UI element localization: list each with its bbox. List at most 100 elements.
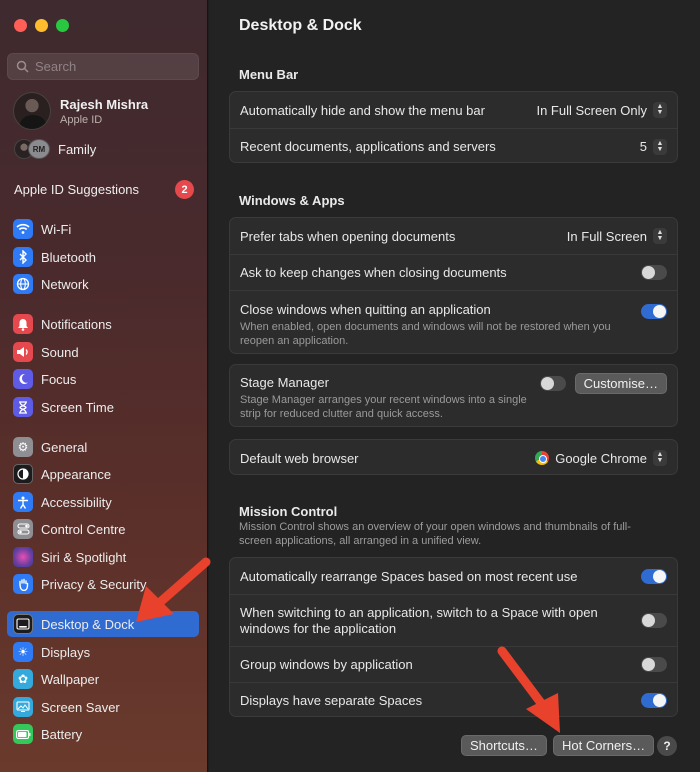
sidebar-item-battery[interactable]: Battery bbox=[7, 721, 199, 747]
close-windows-row: Close windows when quitting an applicati… bbox=[230, 290, 677, 355]
control-centre-icon bbox=[13, 519, 33, 539]
page-title: Desktop & Dock bbox=[239, 17, 362, 34]
chrome-icon bbox=[535, 451, 550, 465]
sidebar-item-wifi[interactable]: Wi-Fi bbox=[7, 216, 199, 242]
up-down-chevron-icon: ▲ ▼ bbox=[653, 138, 667, 155]
sidebar-item-general[interactable]: ⚙ General bbox=[7, 434, 199, 460]
sidebar-item-desktop-dock[interactable]: Desktop & Dock bbox=[7, 611, 199, 637]
search-input[interactable] bbox=[35, 59, 185, 74]
suggestions-badge: 2 bbox=[175, 180, 194, 199]
ask-keep-changes-row: Ask to keep changes when closing documen… bbox=[230, 254, 677, 290]
avatar bbox=[13, 92, 51, 130]
sidebar: Rajesh Mishra Apple ID RM Family Apple I… bbox=[0, 0, 208, 772]
auto-rearrange-spaces-toggle[interactable] bbox=[641, 568, 667, 584]
section-title-menu-bar: Menu Bar bbox=[239, 67, 299, 82]
prefer-tabs-label: Prefer tabs when opening documents bbox=[240, 228, 456, 244]
auto-hide-menu-bar-row: Automatically hide and show the menu bar… bbox=[230, 92, 677, 128]
separate-spaces-toggle[interactable] bbox=[641, 693, 667, 708]
sidebar-item-label: Battery bbox=[41, 726, 83, 742]
sidebar-item-label: Desktop & Dock bbox=[41, 616, 135, 632]
search-field[interactable] bbox=[7, 53, 199, 80]
sidebar-item-network[interactable]: Network bbox=[7, 271, 199, 297]
mission-control-group: Automatically rearrange Spaces based on … bbox=[229, 557, 678, 717]
help-button[interactable]: ? bbox=[657, 736, 677, 756]
close-windows-description: When enabled, open documents and windows… bbox=[240, 321, 611, 347]
auto-rearrange-spaces-row: Automatically rearrange Spaces based on … bbox=[230, 558, 677, 594]
sidebar-item-wallpaper[interactable]: ✿ Wallpaper bbox=[7, 666, 199, 692]
flower-icon: ✿ bbox=[13, 669, 33, 689]
stage-manager-toggle[interactable] bbox=[539, 376, 566, 391]
sidebar-item-notifications[interactable]: Notifications bbox=[7, 311, 199, 337]
separate-spaces-row: Displays have separate Spaces bbox=[230, 682, 677, 718]
bell-icon bbox=[13, 314, 33, 334]
hourglass-icon bbox=[13, 397, 33, 417]
sidebar-item-siri-spotlight[interactable]: Siri & Spotlight bbox=[7, 544, 199, 570]
sidebar-item-bluetooth[interactable]: Bluetooth bbox=[7, 244, 199, 270]
ask-keep-changes-toggle[interactable] bbox=[641, 265, 667, 280]
speaker-icon bbox=[13, 342, 33, 362]
suggestions-label: Apple ID Suggestions bbox=[14, 182, 140, 197]
moon-icon bbox=[13, 369, 33, 389]
sidebar-item-label: Focus bbox=[41, 371, 77, 387]
sidebar-item-screen-time[interactable]: Screen Time bbox=[7, 394, 199, 420]
sidebar-item-appearance[interactable]: Appearance bbox=[7, 461, 199, 487]
default-browser-value: Google Chrome bbox=[555, 450, 647, 466]
close-window-button[interactable] bbox=[14, 19, 27, 32]
wifi-icon bbox=[13, 219, 33, 239]
switch-to-space-toggle[interactable] bbox=[641, 613, 667, 628]
sidebar-item-label: Bluetooth bbox=[41, 249, 96, 265]
close-windows-toggle[interactable] bbox=[641, 304, 667, 319]
profile-name: Rajesh Mishra bbox=[60, 96, 149, 112]
auto-hide-menu-bar-value: In Full Screen Only bbox=[536, 102, 647, 118]
recent-items-popup[interactable]: 5 ▲ ▼ bbox=[640, 138, 667, 155]
stage-manager-description: Stage Manager arranges your recent windo… bbox=[240, 394, 527, 420]
mission-control-description: Mission Control shows an overview of you… bbox=[239, 521, 631, 547]
maximize-window-button[interactable] bbox=[56, 19, 69, 32]
customise-button[interactable]: Customise… bbox=[574, 373, 667, 394]
battery-icon bbox=[13, 724, 33, 744]
auto-hide-menu-bar-popup[interactable]: In Full Screen Only ▲ ▼ bbox=[536, 102, 667, 118]
apple-id-profile[interactable]: Rajesh Mishra Apple ID bbox=[13, 92, 148, 130]
sidebar-item-focus[interactable]: Focus bbox=[7, 366, 199, 392]
sidebar-item-label: Wi-Fi bbox=[41, 221, 72, 237]
sidebar-item-label: Control Centre bbox=[41, 521, 126, 537]
section-title-mission-control: Mission Control bbox=[239, 504, 338, 519]
stage-manager-label: Stage Manager bbox=[240, 375, 329, 390]
shortcuts-button[interactable]: Shortcuts… bbox=[461, 735, 547, 756]
switch-to-space-row: When switching to an application, switch… bbox=[230, 594, 677, 646]
bluetooth-icon bbox=[13, 247, 33, 267]
search-icon bbox=[16, 60, 29, 73]
sidebar-item-displays[interactable]: ☀ Displays bbox=[7, 639, 199, 665]
dock-icon bbox=[13, 614, 33, 634]
sidebar-item-control-centre[interactable]: Control Centre bbox=[7, 516, 199, 542]
ask-keep-changes-label: Ask to keep changes when closing documen… bbox=[240, 265, 507, 280]
default-browser-label: Default web browser bbox=[240, 450, 359, 466]
sidebar-item-sound[interactable]: Sound bbox=[7, 339, 199, 365]
default-browser-popup[interactable]: Google Chrome ▲ ▼ bbox=[535, 450, 667, 466]
hot-corners-button[interactable]: Hot Corners… bbox=[553, 735, 655, 756]
sidebar-item-label: Displays bbox=[41, 644, 91, 660]
separate-spaces-label: Displays have separate Spaces bbox=[240, 693, 423, 708]
family-item[interactable]: RM Family bbox=[14, 139, 96, 159]
up-down-chevron-icon: ▲ ▼ bbox=[653, 102, 667, 118]
prefer-tabs-popup[interactable]: In Full Screen ▲ ▼ bbox=[567, 228, 667, 244]
sidebar-item-accessibility[interactable]: Accessibility bbox=[7, 489, 199, 515]
sidebar-item-label: Notifications bbox=[41, 316, 112, 332]
minimize-window-button[interactable] bbox=[35, 19, 48, 32]
up-down-chevron-icon: ▲ ▼ bbox=[653, 228, 667, 244]
sidebar-item-privacy-security[interactable]: Privacy & Security bbox=[7, 571, 199, 597]
hand-icon bbox=[13, 574, 33, 594]
default-browser-group: Default web browser Google Chrome ▲ ▼ bbox=[229, 439, 678, 475]
group-windows-toggle[interactable] bbox=[641, 657, 667, 672]
siri-icon bbox=[13, 547, 33, 567]
sidebar-item-label: Sound bbox=[41, 344, 79, 360]
sidebar-item-label: Wallpaper bbox=[41, 671, 100, 687]
sidebar-item-label: General bbox=[41, 439, 88, 455]
auto-hide-menu-bar-label: Automatically hide and show the menu bar bbox=[240, 102, 485, 118]
sidebar-item-screen-saver[interactable]: Screen Saver bbox=[7, 694, 199, 720]
stage-manager-row: Stage Manager Stage Manager arranges you… bbox=[230, 365, 677, 428]
apple-id-suggestions[interactable]: Apple ID Suggestions 2 bbox=[14, 180, 194, 199]
sidebar-item-label: Privacy & Security bbox=[41, 576, 147, 592]
section-title-windows-apps: Windows & Apps bbox=[239, 193, 345, 208]
recent-items-row: Recent documents, applications and serve… bbox=[230, 128, 677, 164]
